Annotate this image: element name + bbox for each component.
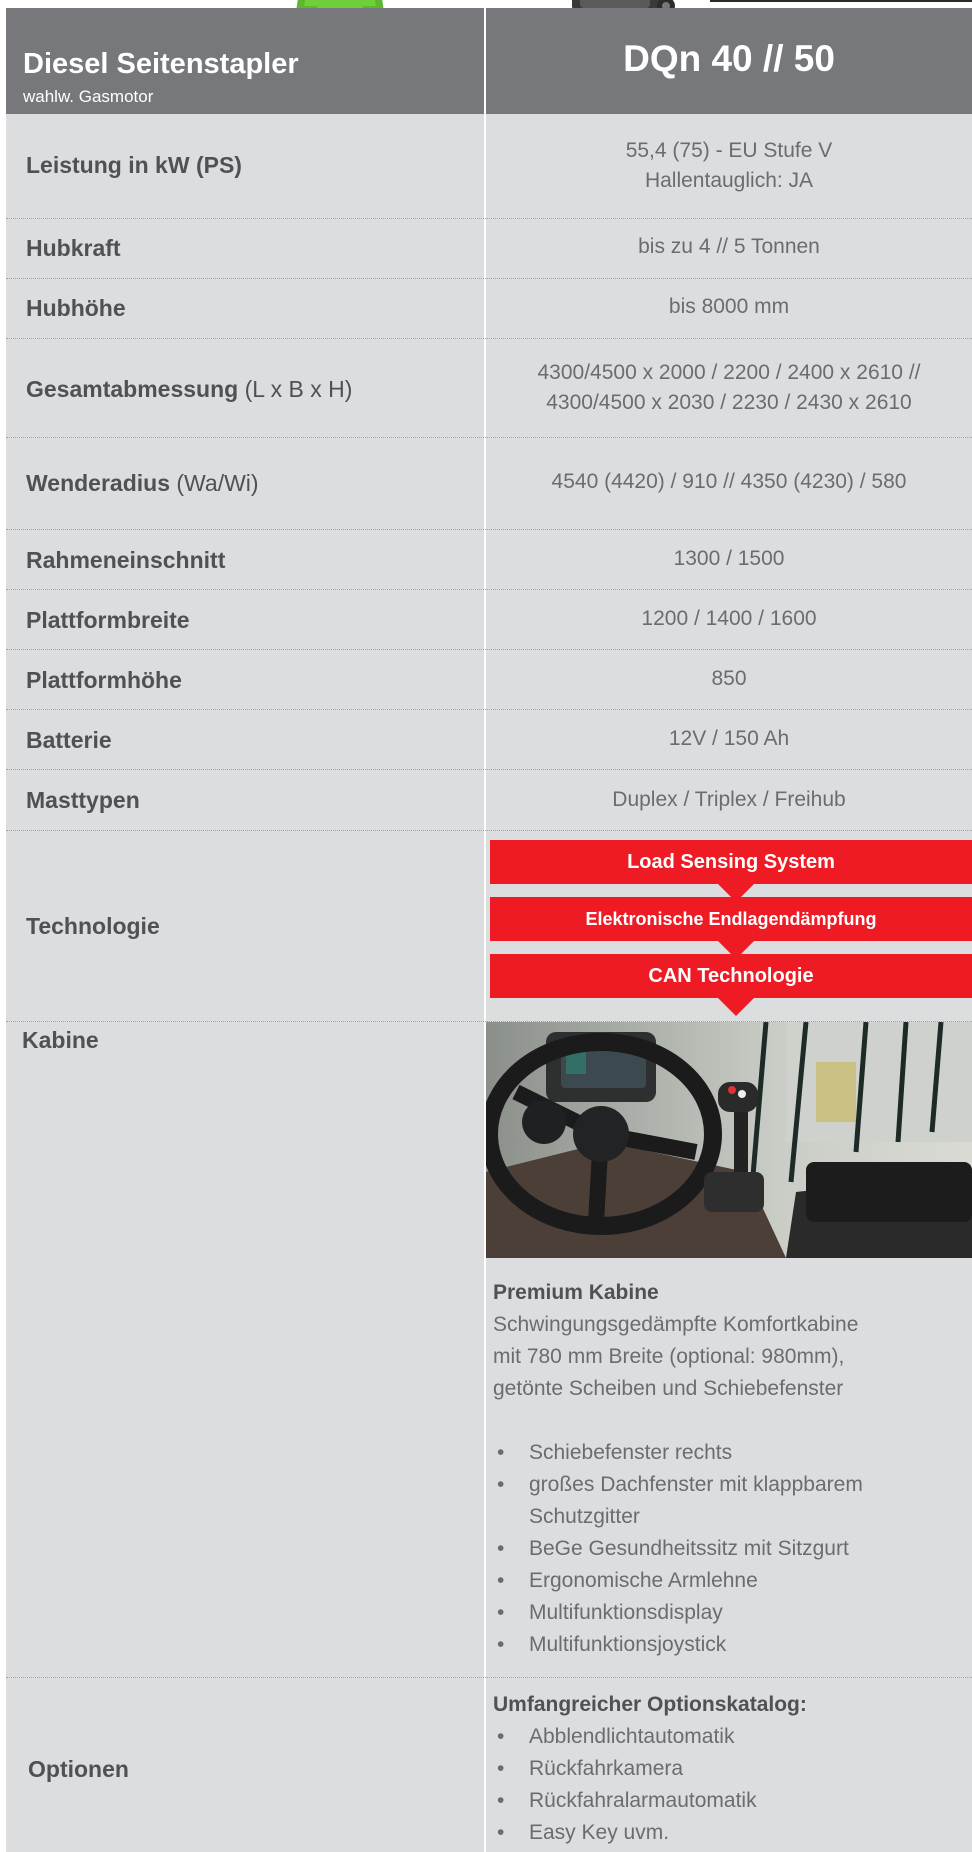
- kabine-feature-list: Schiebefenster rechts großes Dachfenster…: [493, 1437, 929, 1661]
- header-left-cell: Diesel Seitenstapler wahlw. Gasmotor: [6, 8, 484, 114]
- list-item: Easy Key uvm.: [493, 1817, 929, 1849]
- page-title: Diesel Seitenstapler: [23, 48, 299, 80]
- kabine-heading: Premium Kabine: [493, 1281, 659, 1304]
- row-label-batterie: Batterie: [26, 727, 112, 753]
- kabine-description-3: getönte Scheiben und Schiebefenster: [493, 1377, 844, 1400]
- tech-item-can: CAN Technologie: [490, 954, 972, 998]
- row-separator: [6, 278, 972, 279]
- row-value-masttypen: Duplex / Triplex / Freihub: [612, 788, 846, 811]
- row-label-kabine: Kabine: [22, 1027, 99, 1053]
- row-label-leistung: Leistung in kW (PS): [26, 152, 242, 178]
- row-separator: [6, 1677, 972, 1678]
- arrow-down-icon: [718, 998, 754, 1016]
- row-value-plattformhoehe: 850: [711, 667, 747, 690]
- row-separator: [6, 769, 972, 770]
- row-value-gesamtabmessung-1: 4300/4500 x 2000 / 2200 / 2400 x 2610 //: [537, 361, 921, 384]
- row-value-rahmeneinschnitt: 1300 / 1500: [673, 547, 785, 570]
- row-label-masttypen: Masttypen: [26, 787, 140, 813]
- page-subtitle: wahlw. Gasmotor: [23, 87, 154, 106]
- model-name: DQn 40 // 50: [623, 38, 835, 79]
- column-divider: [484, 8, 486, 1852]
- list-item: Abblendlichtautomatik: [493, 1721, 929, 1753]
- row-value-leistung-2: Hallentauglich: JA: [644, 169, 814, 192]
- row-separator: [6, 709, 972, 710]
- cabin-photo: [486, 1022, 972, 1258]
- row-separator: [6, 649, 972, 650]
- row-label-technologie: Technologie: [26, 913, 160, 939]
- kabine-description-2: mit 780 mm Breite (optional: 980mm),: [493, 1345, 845, 1368]
- row-label-hubkraft: Hubkraft: [26, 235, 121, 261]
- tech-item-load-sensing: Load Sensing System: [490, 840, 972, 884]
- row-label-rahmeneinschnitt: Rahmeneinschnitt: [26, 547, 226, 573]
- row-label-wenderadius: Wenderadius (Wa/Wi): [26, 470, 259, 496]
- row-label-hubhoehe: Hubhöhe: [26, 295, 126, 321]
- row-separator: [6, 589, 972, 590]
- list-item: Rückfahralarmautomatik: [493, 1785, 929, 1817]
- row-value-wenderadius: 4540 (4420) / 910 // 4350 (4230) / 580: [551, 470, 907, 493]
- list-item: BeGe Gesundheitssitz mit Sitzgurt: [493, 1533, 929, 1565]
- list-item: Rückfahrkamera: [493, 1753, 929, 1785]
- row-separator: [6, 529, 972, 530]
- list-item: Multifunktionsjoystick: [493, 1629, 929, 1661]
- row-label-plattformhoehe: Plattformhöhe: [26, 667, 182, 693]
- row-separator: [6, 338, 972, 339]
- list-item: Multifunktionsdisplay: [493, 1597, 929, 1629]
- list-item: Ergonomische Armlehne: [493, 1565, 929, 1597]
- row-label-optionen: Optionen: [28, 1756, 129, 1782]
- row-separator: [6, 830, 972, 831]
- row-value-leistung-1: 55,4 (75) - EU Stufe V: [625, 139, 833, 162]
- header-right-cell: DQn 40 // 50: [486, 8, 972, 114]
- optionen-heading: Umfangreicher Optionskatalog:: [493, 1693, 807, 1716]
- row-value-hubhoehe: bis 8000 mm: [668, 295, 790, 318]
- top-rule: [710, 0, 972, 2]
- row-value-batterie: 12V / 150 Ah: [668, 727, 790, 750]
- row-value-plattformbreite: 1200 / 1400 / 1600: [641, 607, 817, 630]
- kabine-description-1: Schwingungsgedämpfte Komfortkabine: [493, 1313, 859, 1336]
- row-value-hubkraft: bis zu 4 // 5 Tonnen: [638, 235, 820, 258]
- list-item: großes Dachfenster mit klappbarem Schutz…: [493, 1469, 869, 1533]
- row-label-gesamtabmessung: Gesamtabmessung (L x B x H): [26, 376, 353, 402]
- optionen-list: Abblendlichtautomatik Rückfahrkamera Rüc…: [493, 1721, 929, 1849]
- row-value-gesamtabmessung-2: 4300/4500 x 2030 / 2230 / 2430 x 2610: [546, 391, 912, 414]
- tech-item-endlagendaempfung: Elektronische Endlagendämpfung: [490, 897, 972, 941]
- row-label-plattformbreite: Plattformbreite: [26, 607, 190, 633]
- row-separator: [6, 437, 972, 438]
- list-item: Schiebefenster rechts: [493, 1437, 929, 1469]
- row-separator: [6, 218, 972, 219]
